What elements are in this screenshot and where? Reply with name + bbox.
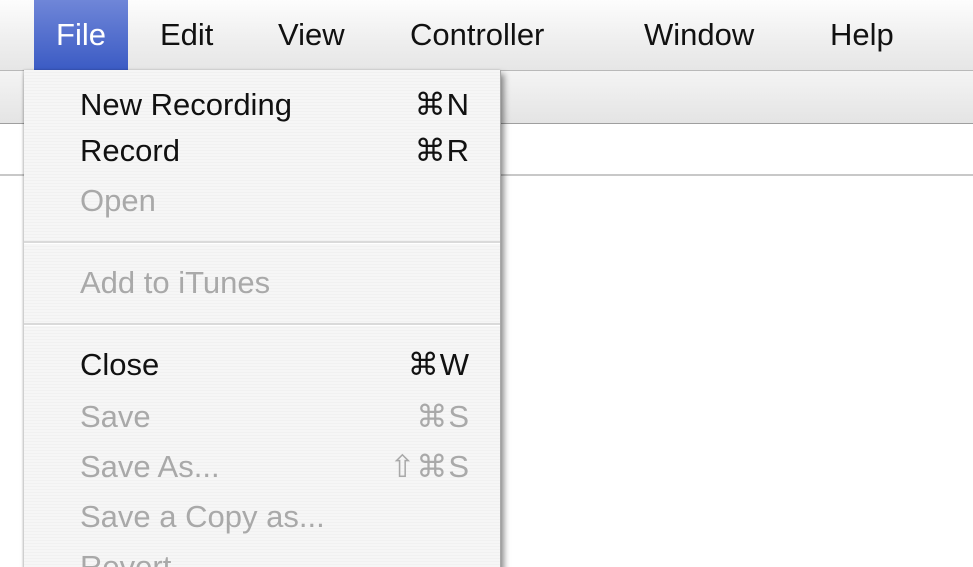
screen: File Edit View Controller Window Help Ne… xyxy=(0,0,973,567)
menu-item-label: Add to iTunes xyxy=(80,265,271,300)
menu-item-label: Revert xyxy=(80,549,172,567)
menu-item-open: Open xyxy=(24,174,500,228)
menu-view[interactable]: View xyxy=(278,0,345,70)
menu-item-label: Record xyxy=(80,133,180,168)
menu-separator xyxy=(24,241,500,244)
menu-controller[interactable]: Controller xyxy=(410,0,544,70)
menu-item-label: Save a Copy as... xyxy=(80,499,325,534)
menu-item-shortcut: ⌘S xyxy=(416,399,470,434)
menu-item-label: Save xyxy=(80,399,151,434)
menu-item-label: Close xyxy=(80,347,160,382)
menu-item-add-to-itunes: Add to iTunes xyxy=(24,256,500,310)
menu-item-revert: Revert xyxy=(24,540,500,567)
menu-item-label: Open xyxy=(80,183,156,218)
menu-bar: File Edit View Controller Window Help xyxy=(0,0,973,71)
menu-edit[interactable]: Edit xyxy=(160,0,213,70)
menu-item-label: Save As... xyxy=(80,449,220,484)
menu-item-close[interactable]: Close ⌘W xyxy=(24,338,500,392)
menu-item-record[interactable]: Record ⌘R xyxy=(24,124,500,178)
menu-separator xyxy=(24,323,500,326)
menu-item-shortcut: ⇧⌘S xyxy=(389,449,470,484)
menu-item-save-as: Save As... ⇧⌘S xyxy=(24,440,500,494)
menu-item-shortcut: ⌘R xyxy=(414,133,470,168)
menu-file[interactable]: File xyxy=(34,0,128,70)
file-menu-dropdown: New Recording ⌘N Record ⌘R Open Add to i… xyxy=(24,70,501,567)
menu-item-save: Save ⌘S xyxy=(24,390,500,444)
menu-help[interactable]: Help xyxy=(830,0,894,70)
menu-item-shortcut: ⌘W xyxy=(407,347,470,382)
menu-item-save-a-copy-as: Save a Copy as... xyxy=(24,490,500,544)
menu-window[interactable]: Window xyxy=(644,0,754,70)
